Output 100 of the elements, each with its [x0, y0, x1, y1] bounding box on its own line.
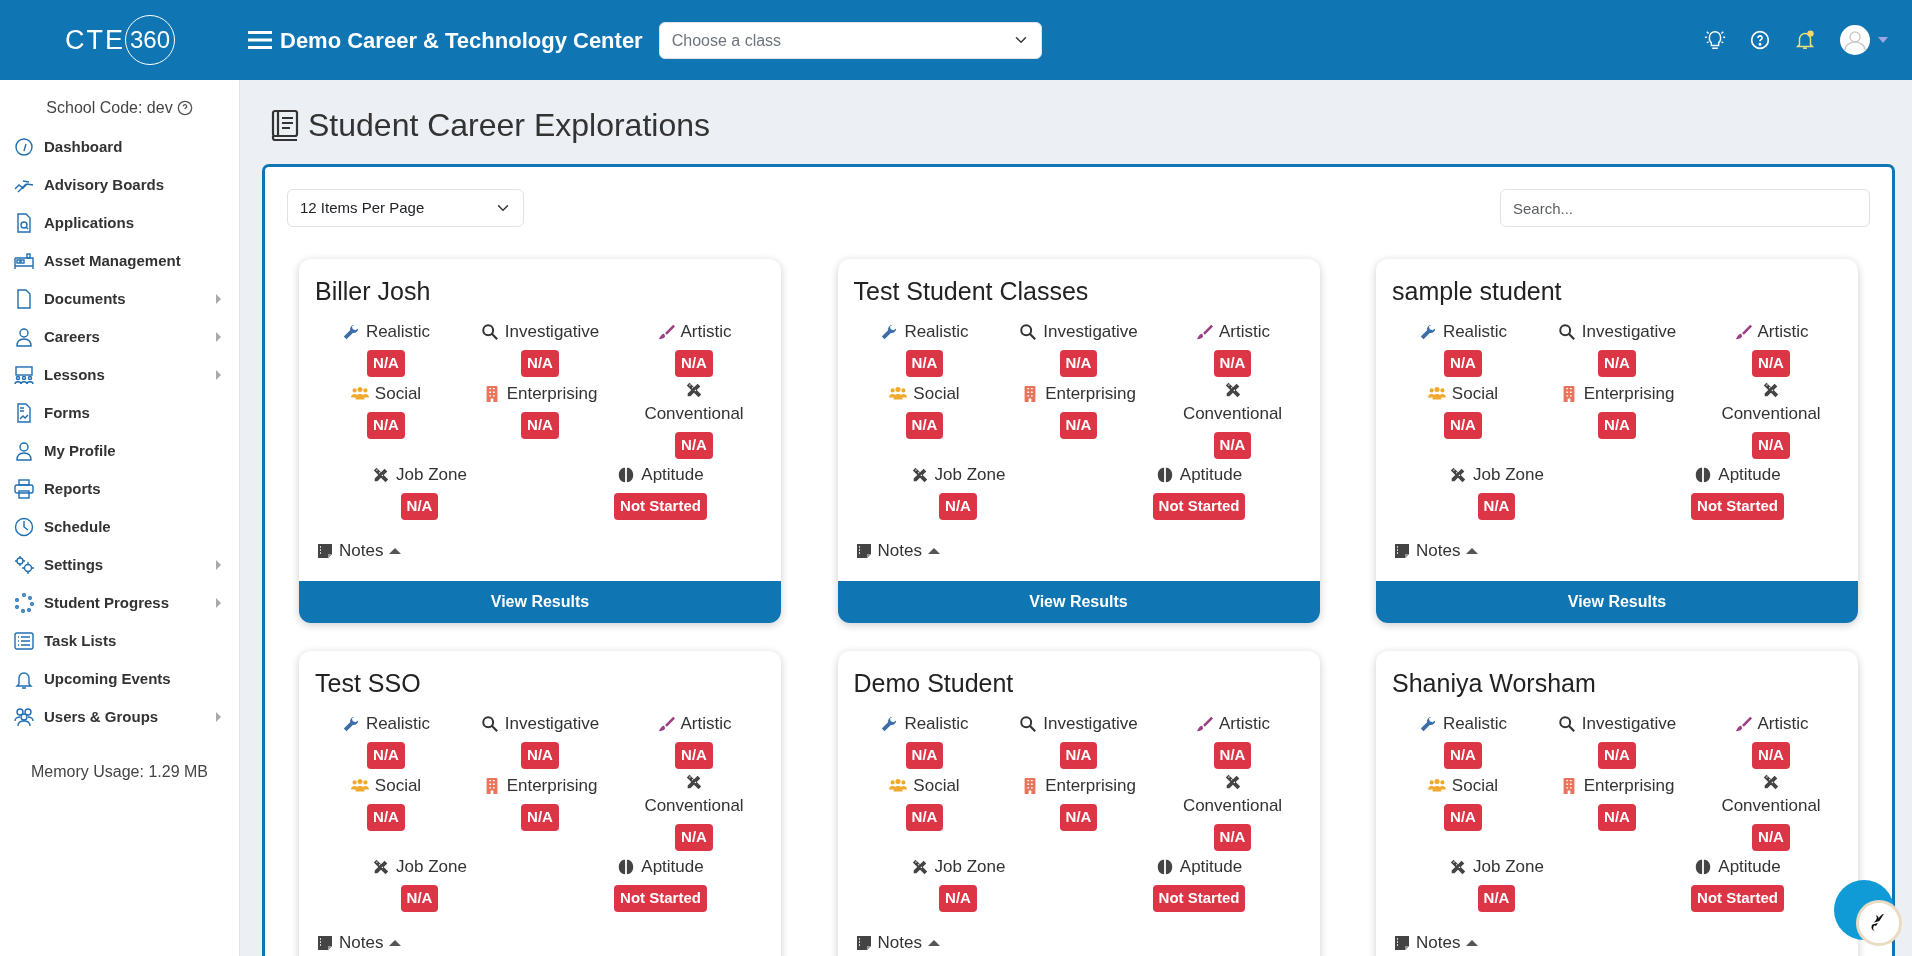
trait-label: Artistic — [1219, 712, 1270, 735]
status-badge: Not Started — [1152, 885, 1246, 912]
view-results-button[interactable]: View Results — [299, 581, 781, 624]
status-badge: N/A — [1752, 742, 1790, 769]
status-badge: N/A — [367, 804, 405, 831]
sidebar-item[interactable]: Student Progress — [0, 584, 239, 622]
trait-label: Realistic — [904, 712, 969, 735]
trait-label: Artistic — [1757, 320, 1809, 343]
trait-label: Job Zone — [934, 855, 1006, 878]
trait-label: Social — [1451, 382, 1499, 405]
brain-icon — [617, 465, 636, 484]
search-field[interactable]: Search... — [1500, 189, 1870, 228]
sidebar-item[interactable]: Schedule — [0, 508, 239, 546]
caret-icon — [927, 547, 940, 554]
trait-label: Conventional — [1182, 794, 1283, 817]
school-code-label: School Code: dev — [46, 98, 173, 118]
notes-toggle[interactable]: Notes — [339, 929, 384, 956]
notification-bell-icon[interactable] — [1794, 29, 1816, 51]
trait-label: Aptitude — [1718, 463, 1781, 486]
status-badge: Not Started — [1691, 885, 1784, 912]
notes-toggle[interactable]: Notes — [1416, 929, 1461, 956]
status-badge: N/A — [939, 493, 977, 520]
sidebar-item[interactable]: Reports — [0, 470, 239, 508]
notes-toggle[interactable]: Notes — [877, 929, 922, 956]
student-name: Demo Student — [852, 668, 1015, 700]
sidebar-item[interactable]: Asset Management — [0, 242, 239, 280]
clock-icon — [14, 517, 34, 537]
paintbrush-icon — [1195, 322, 1213, 341]
status-badge: N/A — [1598, 742, 1636, 769]
wrench-icon — [880, 322, 899, 341]
gauge-icon — [14, 137, 34, 157]
trait-label: Realistic — [1442, 320, 1508, 343]
trait-label: Artistic — [1219, 320, 1270, 343]
page-title: Student Career Explorations — [308, 106, 710, 145]
sidebar-item[interactable]: Lessons — [0, 356, 239, 394]
status-badge: N/A — [1598, 804, 1636, 831]
trait-label: Investigative — [504, 320, 600, 343]
status-badge: N/A — [939, 885, 977, 912]
search-icon — [1019, 322, 1038, 341]
sidebar-item[interactable]: Users & Groups — [0, 698, 239, 736]
caret-icon — [1466, 547, 1479, 554]
trait-label: Realistic — [904, 320, 969, 343]
status-badge: Not Started — [1691, 493, 1784, 520]
sidebar-item[interactable]: Task Lists — [0, 622, 239, 660]
notes-toggle[interactable]: Notes — [339, 537, 384, 564]
search-icon — [1557, 322, 1576, 341]
status-badge: N/A — [1213, 824, 1252, 851]
sidebar-item[interactable]: Advisory Boards — [0, 166, 239, 204]
trait-label: Aptitude — [1179, 855, 1243, 878]
status-badge: N/A — [367, 742, 405, 769]
trait-label: Enterprising — [506, 382, 598, 405]
trait-label: Conventional — [644, 794, 744, 817]
brain-icon — [1155, 857, 1174, 876]
caret-icon — [927, 939, 940, 946]
trait-label: Investigative — [1043, 320, 1138, 343]
status-badge: N/A — [905, 804, 944, 831]
trait-label: Social — [374, 774, 422, 797]
class-select[interactable]: Choose a class — [658, 21, 1042, 59]
help-icon[interactable] — [176, 100, 193, 116]
wrench-icon — [1418, 322, 1437, 341]
items-per-page-select[interactable]: 12 Items Per Page — [287, 189, 524, 228]
view-results-button[interactable]: View Results — [1376, 581, 1858, 624]
pencil-ruler-icon — [1762, 772, 1780, 791]
status-badge: N/A — [521, 742, 559, 769]
notepad-icon — [317, 934, 333, 951]
sidebar-item[interactable]: Documents — [0, 280, 239, 318]
loading-dots-icon — [14, 593, 34, 613]
site-title: Demo Career & Technology Center — [280, 26, 643, 55]
status-badge: N/A — [521, 350, 559, 377]
sidebar-item[interactable]: My Profile — [0, 432, 239, 470]
trait-label: Job Zone — [1473, 463, 1544, 486]
status-badge: N/A — [521, 804, 559, 831]
trait-label: Enterprising — [1045, 382, 1136, 405]
sidebar-item[interactable]: Dashboard — [0, 128, 239, 166]
avatar-icon[interactable] — [1840, 25, 1870, 55]
notepad-icon — [855, 542, 872, 559]
status-badge: N/A — [1752, 350, 1790, 377]
status-badge: N/A — [1598, 350, 1636, 377]
notes-toggle[interactable]: Notes — [877, 537, 922, 564]
notes-toggle[interactable]: Notes — [1416, 537, 1461, 564]
sidebar-item[interactable]: Settings — [0, 546, 239, 584]
view-results-button[interactable]: View Results — [837, 581, 1320, 624]
menu-icon[interactable] — [248, 30, 272, 50]
trait-label: Artistic — [680, 320, 732, 343]
sidebar-item[interactable]: Upcoming Events — [0, 660, 239, 698]
lightbulb-icon[interactable] — [1704, 29, 1726, 51]
pencil-ruler-icon — [1449, 857, 1468, 876]
notepad-icon — [1394, 934, 1410, 951]
trait-label: Enterprising — [1583, 382, 1675, 405]
trait-label: Job Zone — [396, 855, 467, 878]
pencil-ruler-icon — [1223, 772, 1242, 791]
student-name: Test Student Classes — [852, 276, 1090, 308]
status-badge: N/A — [905, 742, 944, 769]
sidebar-item[interactable]: Applications — [0, 204, 239, 242]
sidebar-item[interactable]: Forms — [0, 394, 239, 432]
memory-usage-text: Memory Usage: 1.29 MB — [31, 763, 208, 780]
notepad-icon — [855, 934, 872, 951]
printer-icon — [14, 479, 34, 499]
caret-icon — [389, 939, 402, 946]
sidebar-item[interactable]: Careers — [0, 318, 239, 356]
